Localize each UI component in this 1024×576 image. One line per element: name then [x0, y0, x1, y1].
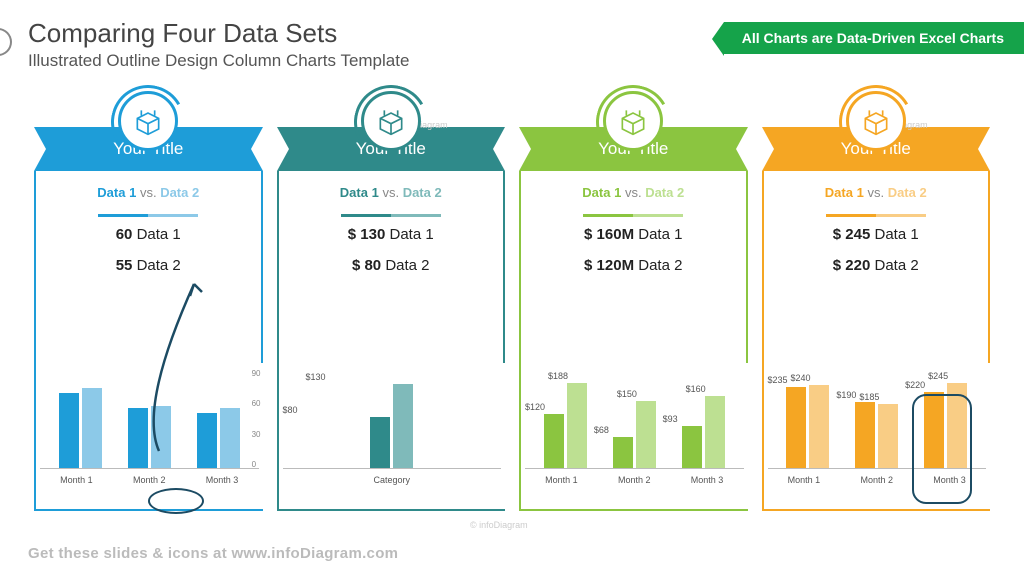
chart-x-label: Month 3 — [933, 475, 966, 485]
chart-bar — [544, 414, 564, 468]
footer-text: Get these slides & icons at www.infoDiag… — [28, 545, 398, 562]
chart-bar — [567, 383, 587, 468]
chart-x-label: Month 3 — [691, 475, 724, 485]
chart-bar-group: $93$160 — [669, 396, 738, 468]
panel-stat-1: $ 130 Data 1 — [289, 226, 494, 243]
data-panel-2: Your Title Data 1 vs. Data 2 $ 130 Data … — [277, 93, 506, 511]
panel-divider — [578, 204, 688, 208]
chart-x-labels: Month 1 Month 2 Month 3 — [768, 475, 987, 485]
chart-x-label: Month 1 — [788, 475, 821, 485]
chart-bar — [220, 408, 240, 468]
panel-vs-line: Data 1 vs. Data 2 — [531, 185, 736, 200]
panel-body: Data 1 vs. Data 2 60 Data 1 55 Data 2 — [34, 171, 263, 363]
chart-bars-area — [40, 369, 259, 469]
panel-stat-2: $ 220 Data 2 — [774, 257, 979, 274]
chart-x-label: Month 2 — [618, 475, 651, 485]
panel-body: Data 1 vs. Data 2 $ 160M Data 1 $ 120M D… — [519, 171, 748, 363]
panel-divider — [93, 204, 203, 208]
chart-bar-group: $190$185 — [842, 402, 911, 468]
box-icon — [361, 91, 421, 151]
chart-bar-group: $68$150 — [600, 401, 669, 469]
panel-stat-2: $ 80 Data 2 — [289, 257, 494, 274]
panel-body: Data 1 vs. Data 2 $ 245 Data 1 $ 220 Dat… — [762, 171, 991, 363]
panel-stat-2: $ 120M Data 2 — [531, 257, 736, 274]
panel-stat-1: $ 160M Data 1 — [531, 226, 736, 243]
chart-x-labels: Month 1 Month 2 Month 3 — [40, 475, 259, 485]
panel-chart: $80$130 Category — [277, 363, 506, 511]
box-icon — [603, 91, 663, 151]
chart-bar-group — [46, 388, 115, 468]
box-icon — [846, 91, 906, 151]
data-panel-3: Your Title Data 1 vs. Data 2 $ 160M Data… — [519, 93, 748, 511]
chart-bar — [705, 396, 725, 468]
panel-vs-line: Data 1 vs. Data 2 — [289, 185, 494, 200]
chart-bar — [809, 385, 829, 468]
chart-bar — [151, 406, 171, 468]
panel-stat-1: 60 Data 1 — [46, 226, 251, 243]
slide-subtitle: Illustrated Outline Design Column Charts… — [28, 51, 996, 71]
chart-x-label: Month 1 — [545, 475, 578, 485]
chart-bar — [855, 402, 875, 468]
chart-x-label: Category — [373, 475, 410, 485]
panel-stat-2: 55 Data 2 — [46, 257, 251, 274]
panel-chart: $120$188$68$150$93$160 Month 1Month 2Mon… — [519, 363, 748, 511]
panel-body: Data 1 vs. Data 2 $ 130 Data 1 $ 80 Data… — [277, 171, 506, 363]
chart-bar — [682, 426, 702, 468]
chart-bars-area: $80$130 — [283, 369, 502, 469]
chart-bar — [59, 393, 79, 468]
chart-bar-group: $120$188 — [531, 383, 600, 468]
data-panel-4: Your Title Data 1 vs. Data 2 $ 245 Data … — [762, 93, 991, 511]
chart-bar — [786, 387, 806, 468]
chart-x-labels: Month 1 Month 2 Month 3 — [525, 475, 744, 485]
chart-bar — [947, 383, 967, 468]
chart-bar — [878, 404, 898, 468]
chart-bars-area: $235$240$190$185$220$245 — [768, 369, 987, 469]
chart-bar — [197, 413, 217, 468]
chart-x-label: Month 1 — [60, 475, 93, 485]
chart-bar-group — [184, 408, 253, 468]
panel-divider — [821, 204, 931, 208]
data-panel-1: Your Title Data 1 vs. Data 2 60 Data 1 5… — [34, 93, 263, 511]
chart-x-label: Month 2 — [133, 475, 166, 485]
panel-divider — [336, 204, 446, 208]
chart-bar — [613, 437, 633, 468]
chart-bar — [370, 417, 390, 468]
panel-vs-line: Data 1 vs. Data 2 — [774, 185, 979, 200]
panel-vs-line: Data 1 vs. Data 2 — [46, 185, 251, 200]
chart-bar — [128, 408, 148, 468]
chart-x-labels: Category — [283, 475, 502, 485]
chart-x-label: Month 2 — [860, 475, 893, 485]
chart-bar — [636, 401, 656, 469]
watermark: © infoDiagram — [470, 520, 528, 530]
excel-badge: All Charts are Data-Driven Excel Charts — [724, 22, 1024, 54]
chart-bar — [393, 384, 413, 468]
chart-bars-area: $120$188$68$150$93$160 — [525, 369, 744, 469]
chart-bar-group: $80$130 — [289, 384, 496, 468]
chart-bar-group — [115, 406, 184, 468]
panel-chart: 9060300 Month 1Month 2Month 3 — [34, 363, 263, 511]
chart-bar — [82, 388, 102, 468]
panel-stat-1: $ 245 Data 1 — [774, 226, 979, 243]
chart-bar-group: $235$240 — [774, 385, 843, 468]
panel-chart: $235$240$190$185$220$245 Month 1Month 2M… — [762, 363, 991, 511]
chart-x-label: Month 3 — [206, 475, 239, 485]
box-icon — [118, 91, 178, 151]
chart-bar — [924, 392, 944, 468]
panels-row: Your Title Data 1 vs. Data 2 60 Data 1 5… — [28, 93, 996, 511]
chart-bar-group: $220$245 — [911, 383, 980, 468]
